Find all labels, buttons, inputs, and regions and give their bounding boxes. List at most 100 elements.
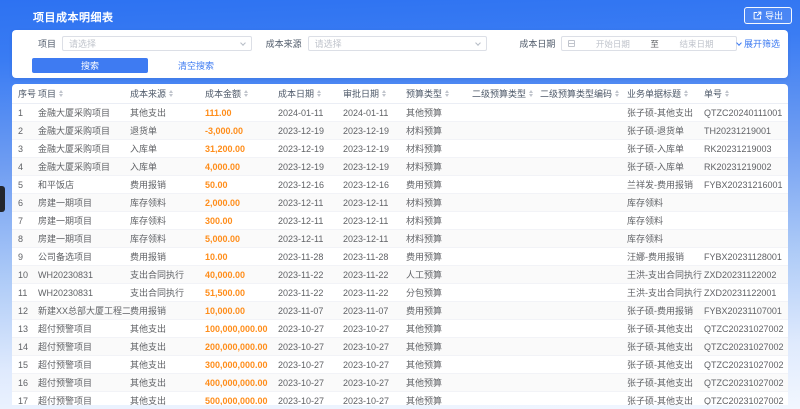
cell-cost-source: 其他支出 [130,360,167,370]
cell-budget-type: 材料预算 [406,162,443,172]
column-header-label: 二级预算类型 [472,89,527,99]
cell-seq: 9 [18,251,24,262]
cell-cost-amount: 10,000.00 [205,305,246,316]
cost-date-range-picker[interactable]: 开始日期 至 结束日期 [561,36,737,51]
cell-seq: 7 [18,215,24,226]
side-drawer-handle[interactable] [0,186,5,212]
table-row[interactable]: 16 超付预警项目 其他支出 400,000,000.00 2023-10-27… [12,374,788,392]
filter-panel: 项目 请选择 成本来源 请选择 成本日期 开始日期 至 结束日期 展开筛选 搜索… [12,30,788,78]
sort-icon[interactable] [529,90,534,97]
sort-icon[interactable] [317,90,322,97]
cost-source-select[interactable]: 请选择 [307,36,488,51]
cell-cost-amount: 400,000,000.00 [205,377,268,388]
cell-budget-type: 费用预算 [406,252,443,262]
table-row[interactable]: 15 超付预警项目 其他支出 300,000,000.00 2023-10-27… [12,356,788,374]
expand-filters-label: 展开筛选 [743,39,780,49]
start-date-input[interactable]: 开始日期 [579,38,646,50]
table-header: 序号 项目 成本来源 成本金额 成本日期 审批日期 预算类型 二级预算类型 二级预算类型编码 业务… [12,84,788,104]
cell-approval-date: 2023-10-27 [343,395,390,406]
column-header[interactable]: 审批日期 [343,87,406,100]
cell-budget-type: 其他预算 [406,360,443,370]
cell-cost-source: 其他支出 [130,396,167,405]
cell-cost-source: 费用报销 [130,252,167,262]
cell-seq: 14 [18,341,29,352]
table-row[interactable]: 8 房建一期项目 库存领料 5,000.00 2023-12-11 2023-1… [12,230,788,248]
cell-budget-type: 材料预算 [406,216,443,226]
table-row[interactable]: 6 房建一期项目 库存领料 2,000.00 2023-12-11 2023-1… [12,194,788,212]
table-row[interactable]: 10 WH20230831 支出合同执行 40,000.00 2023-11-2… [12,266,788,284]
cell-cost-amount: 40,000.00 [205,269,246,280]
column-header-label: 序号 [18,89,37,99]
table-row[interactable]: 17 超付预警项目 其他支出 500,000,000.00 2023-10-27… [12,392,788,406]
cell-doc-title: 兰祥发-费用报销 [627,180,693,190]
cell-cost-date: 2023-11-22 [278,269,324,280]
column-header[interactable]: 二级预算类型编码 [540,87,627,100]
cell-doc-no: FYBX20231128001 [704,251,782,262]
table-row[interactable]: 2 金融大厦采购项目 退货单 -3,000.00 2023-12-19 2023… [12,122,788,140]
table-row[interactable]: 12 新建XX总部大厦工程二期 费用报销 10,000.00 2023-11-0… [12,302,788,320]
column-header[interactable]: 项目 [38,87,130,100]
search-button[interactable]: 搜索 [32,58,148,73]
column-header[interactable]: 预算类型 [406,87,472,100]
cell-doc-no: QTZC20231027002 [704,359,784,370]
cell-seq: 6 [18,197,24,208]
table-row[interactable]: 4 金融大厦采购项目 入库单 4,000.00 2023-12-19 2023-… [12,158,788,176]
column-header[interactable]: 成本日期 [278,87,343,100]
cell-doc-title: 库存领料 [627,198,664,208]
cell-doc-title: 王洪-支出合同执行 [627,288,702,298]
sort-icon[interactable] [615,90,620,97]
cell-seq: 17 [18,395,29,406]
cell-approval-date: 2023-10-27 [343,341,390,352]
cell-cost-source: 入库单 [130,162,158,172]
expand-filters-link[interactable]: 展开筛选 [736,37,780,50]
column-header[interactable]: 业务单据标题 [627,87,704,100]
project-select-placeholder: 请选择 [69,39,97,49]
column-header-label: 二级预算类型编码 [540,89,613,99]
calendar-icon [568,40,576,47]
cell-doc-title: 张子硕-其他支出 [627,342,693,352]
column-header[interactable]: 成本来源 [130,87,205,100]
table-row[interactable]: 13 超付预警项目 其他支出 100,000,000.00 2023-10-27… [12,320,788,338]
table-row[interactable]: 7 房建一期项目 库存领料 300.00 2023-12-11 2023-12-… [12,212,788,230]
table-row[interactable]: 11 WH20230831 支出合同执行 51,500.00 2023-11-2… [12,284,788,302]
cell-cost-amount: 50.00 [205,179,228,190]
cell-cost-amount: 10.00 [205,251,228,262]
cell-doc-title: 汪娜-费用报销 [627,252,684,262]
column-header[interactable]: 单号 [704,87,784,100]
end-date-input[interactable]: 结束日期 [663,38,730,50]
sort-icon[interactable] [169,90,174,97]
cell-cost-source: 库存领料 [130,216,167,226]
cell-cost-source: 支出合同执行 [130,288,185,298]
cell-cost-date: 2023-10-27 [278,395,325,406]
sort-icon[interactable] [445,90,450,97]
cell-budget-type: 材料预算 [406,126,443,136]
sort-icon[interactable] [684,90,689,97]
cell-project: 房建一期项目 [38,216,93,226]
cell-budget-type: 材料预算 [406,198,443,208]
cell-approval-date: 2023-10-27 [343,323,390,334]
table-row[interactable]: 5 和平饭店 费用报销 50.00 2023-12-16 2023-12-16 … [12,176,788,194]
column-header[interactable]: 成本金额 [205,87,278,100]
cell-doc-title: 张子硕-入库单 [627,144,684,154]
column-header[interactable]: 二级预算类型 [472,87,540,100]
project-select[interactable]: 请选择 [62,36,252,51]
table-row[interactable]: 9 公司备选项目 费用报销 10.00 2023-11-28 2023-11-2… [12,248,788,266]
cell-seq: 3 [18,143,24,154]
sort-icon[interactable] [725,90,730,97]
table-row[interactable]: 1 金融大厦采购项目 其他支出 111.00 2024-01-11 2024-0… [12,104,788,122]
sort-icon[interactable] [244,90,249,97]
clear-search-link[interactable]: 清空搜索 [178,59,214,72]
sort-icon[interactable] [382,90,387,97]
cell-doc-no: TH20231219001 [704,125,772,136]
cell-budget-type: 其他预算 [406,324,443,334]
table-row[interactable]: 3 金融大厦采购项目 入库单 31,200.00 2023-12-19 2023… [12,140,788,158]
sort-icon[interactable] [59,90,64,97]
cell-doc-title: 张子硕-其他支出 [627,360,693,370]
export-button[interactable]: 导出 [743,7,792,24]
cell-cost-amount: 31,200.00 [205,143,246,154]
cell-doc-title: 张子硕-其他支出 [627,324,693,334]
cell-cost-amount: 5,000.00 [205,233,241,244]
table-row[interactable]: 14 超付预警项目 其他支出 200,000,000.00 2023-10-27… [12,338,788,356]
cost-source-select-placeholder: 请选择 [314,39,342,49]
cell-project: 超付预警项目 [38,396,93,405]
